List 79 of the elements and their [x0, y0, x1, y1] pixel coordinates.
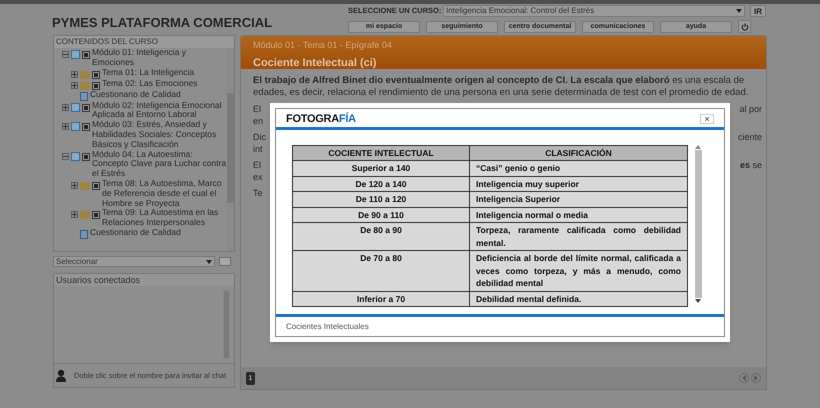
collapse-icon[interactable] [62, 152, 69, 160]
table-cell: Inteligencia Superior [470, 192, 688, 207]
table-cell: Deficiencia al borde del límite normal, calificada a veces como torpeza, y más a menudo, como debilidad mental [470, 250, 688, 291]
table-cell: Inteligencia muy superior [470, 176, 688, 192]
caret-icon [206, 260, 212, 264]
expand-icon[interactable] [62, 123, 69, 130]
table-cell: De 70 a 80 [292, 250, 470, 291]
table-cell: “Casi” genio o genio [470, 160, 688, 176]
dialog-logo: FOTOGRAFÍA [286, 111, 356, 127]
panel-title: Usuarios conectados [54, 274, 234, 286]
caret-icon [736, 9, 742, 13]
tree-item[interactable]: Módulo 04: La Autoestima: Concepto Clave para Luchar contra el Estrés [92, 150, 227, 179]
panel-title: CONTENIDOS DEL CURSO [54, 36, 234, 48]
window-icon [71, 152, 80, 161]
document-icon [80, 92, 88, 101]
power-icon[interactable] [738, 20, 751, 33]
course-select[interactable]: Inteligencia Emocional: Control del Estrés [443, 5, 745, 17]
paragraph-fragment: ex [253, 171, 263, 183]
intro-paragraph: El trabajo de Alfred Binet dio eventualmente origen al concepto de CI. La escala que elaboró es una escala de edades, es decir, relaciona el rendimiento de una persona en una serie determinada de test con el promedio de edad. [253, 75, 750, 99]
checkbox[interactable] [92, 211, 100, 220]
paragraph-fragment: El [253, 159, 262, 171]
checkbox[interactable] [82, 123, 90, 132]
window-icon [71, 50, 80, 59]
close-button[interactable]: × [700, 114, 714, 124]
table-cell: De 110 a 120 [292, 192, 470, 207]
image-caption: Cocientes Intelectuales [286, 320, 369, 332]
table-cell: Inferior a 70 [292, 291, 470, 306]
go-button[interactable] [219, 257, 231, 266]
window-icon [71, 102, 80, 112]
user-icon [56, 369, 66, 382]
column-header: CLASIFICACIÓN [470, 146, 688, 160]
expand-icon[interactable] [71, 82, 78, 89]
folder-icon [80, 211, 90, 220]
expand-icon[interactable] [71, 70, 78, 78]
paragraph-fragment: en [253, 115, 264, 127]
lesson-title: Cociente Intelectual (ci) [253, 56, 378, 70]
window-icon [71, 122, 80, 132]
table-cell: De 120 a 140 [292, 176, 470, 192]
paragraph-fragment: El [253, 103, 262, 115]
table-cell: Inteligencia normal o media [470, 207, 688, 222]
tree-item[interactable]: Tema 08: La Autoestima, Marco de Referencia desde el cual el Hombre se Proyecta [102, 178, 227, 208]
column-header: COCIENTE INTELECTUAL [292, 146, 470, 160]
expand-icon[interactable] [71, 182, 78, 189]
expand-icon[interactable] [71, 211, 78, 218]
checkbox[interactable] [82, 104, 90, 112]
scrollbar[interactable] [694, 145, 702, 303]
tree-item[interactable]: Tema 02: Las Emociones [102, 78, 198, 88]
tree-item[interactable]: Módulo 03: Estrés, Ansiedad y Habilidades Sociales: Conceptos Básicos y Clasificación [92, 120, 227, 150]
tree-item[interactable]: Módulo 01: Inteligencia y Emociones [92, 48, 227, 68]
tree-item[interactable]: Cuestionario de Calidad [90, 228, 181, 238]
tree-item[interactable]: Tema 09: La Autoestima en las Relaciones Interpersonales [102, 208, 227, 228]
document-icon [80, 230, 88, 239]
go-button[interactable]: IR [750, 5, 766, 17]
collapse-icon[interactable] [62, 51, 69, 58]
paragraph-fragment: Dic [253, 131, 266, 143]
expand-icon[interactable] [62, 104, 69, 111]
breadcrumb: Módulo 01 - Tema 01 - Epígrafe 04 [253, 39, 393, 52]
section-select[interactable]: Seleccionar [53, 256, 215, 267]
checkbox[interactable] [82, 51, 90, 59]
paragraph-fragment: es se [740, 159, 762, 171]
folder-icon [80, 182, 90, 190]
app-title: PYMES PLATAFORMA COMERCIAL [52, 14, 274, 32]
table-cell: Torpeza, raramente calificada como debilidad mental. [470, 222, 688, 250]
paragraph-fragment: Te [253, 187, 263, 199]
checkbox[interactable] [82, 152, 90, 161]
paragraph-fragment: int [253, 143, 263, 155]
paragraph-fragment: ciente [738, 131, 762, 143]
table-cell: De 90 a 110 [292, 207, 470, 222]
tree-item[interactable]: Cuestionario de Calidad [90, 90, 181, 100]
table-cell: Debilidad mental definida. [470, 291, 688, 306]
checkbox[interactable] [92, 70, 100, 79]
tree-item[interactable]: Módulo 02: Inteligencia Emocional Aplicada al Entorno Laboral [92, 100, 227, 120]
table-cell: Superior a 140 [292, 160, 470, 176]
checkbox[interactable] [92, 182, 100, 190]
table-cell: De 80 a 90 [292, 222, 470, 250]
paragraph-fragment: al por [739, 103, 762, 115]
tree-item[interactable]: Tema 01: La Inteligencia [102, 68, 194, 78]
checkbox[interactable] [92, 82, 100, 90]
scrollbar[interactable] [227, 48, 234, 251]
